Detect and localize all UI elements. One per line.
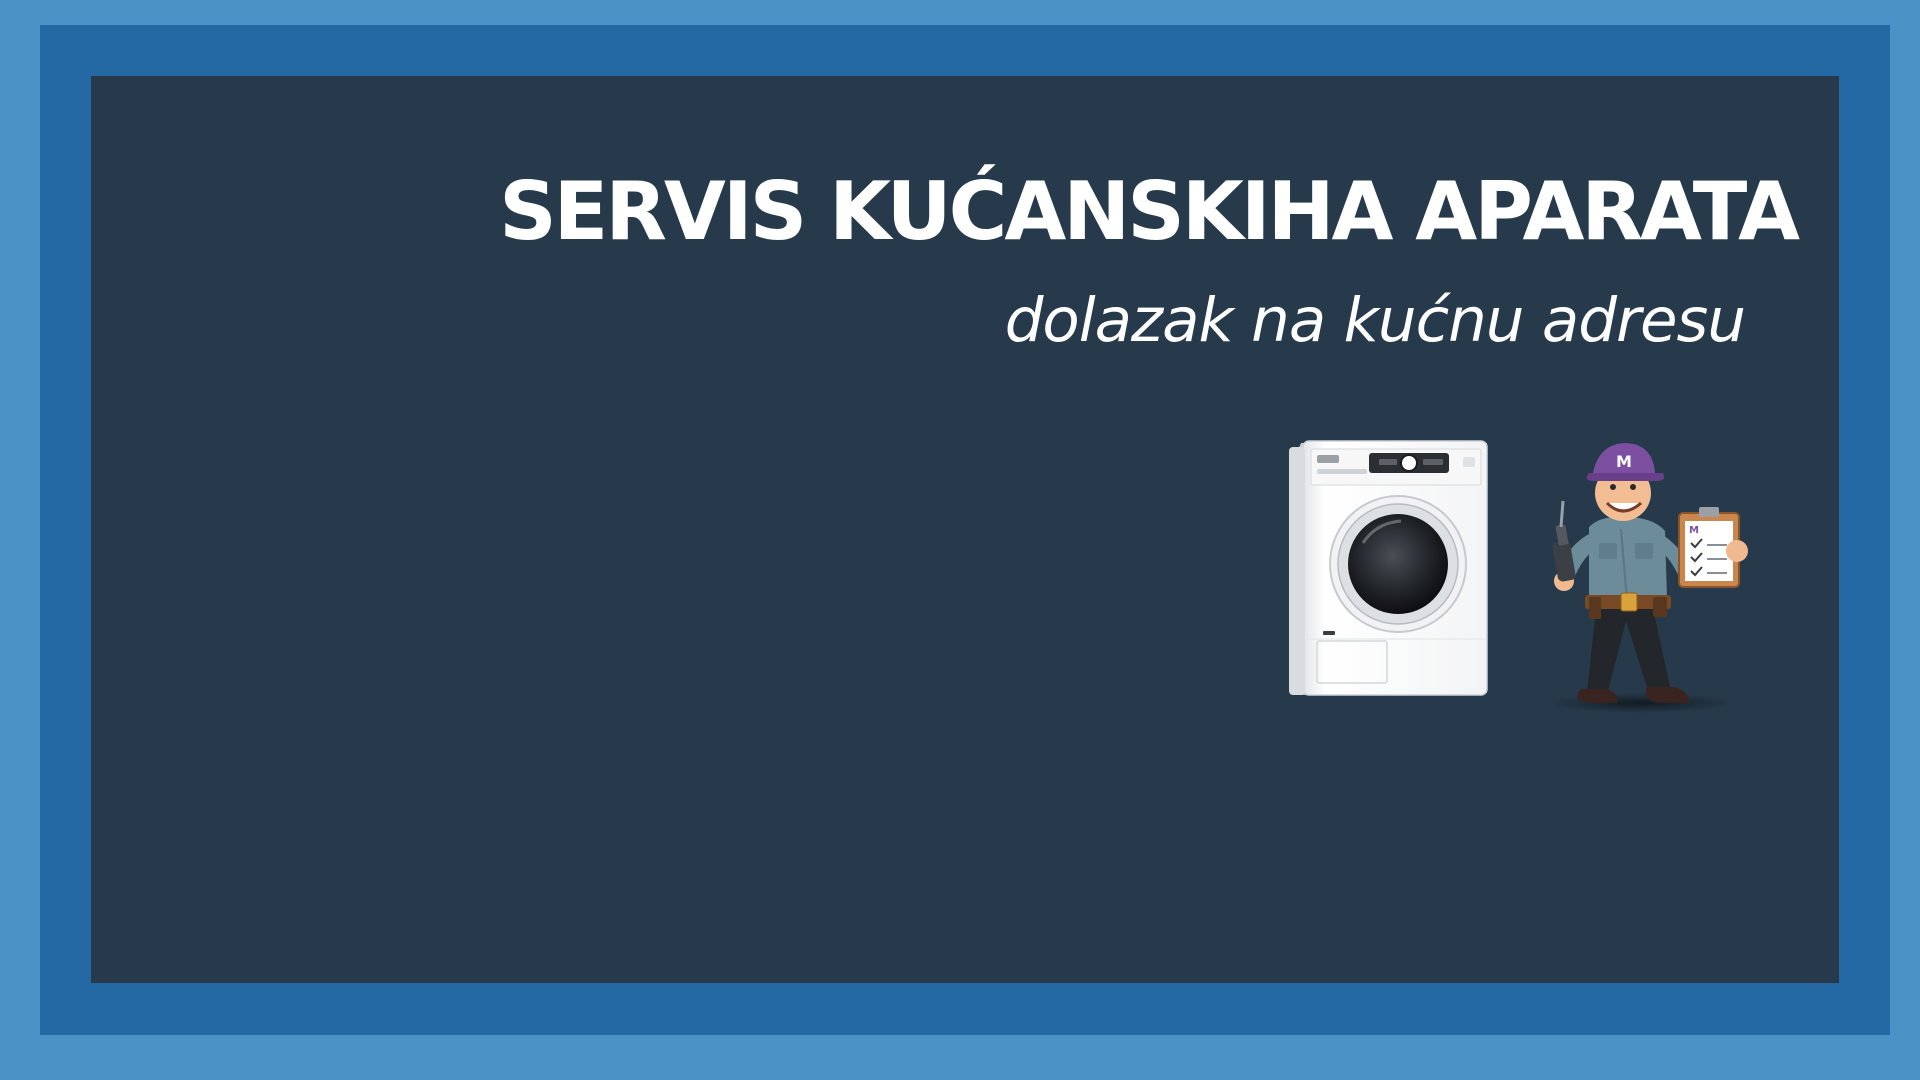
cap-logo: M	[1616, 452, 1632, 471]
banner-title: SERVIS KUĆANSKIHA APARATA	[499, 165, 1800, 258]
svg-text:M: M	[1689, 525, 1699, 536]
repairman-icon: M M	[1549, 443, 1748, 713]
service-illustration: M M	[1289, 440, 1748, 713]
washing-machine-icon	[1289, 440, 1488, 696]
banner-panel: SERVIS KUĆANSKIHA APARATA dolazak na kuć…	[91, 76, 1839, 983]
banner-subtitle: dolazak na kućnu adresu	[1004, 285, 1746, 356]
